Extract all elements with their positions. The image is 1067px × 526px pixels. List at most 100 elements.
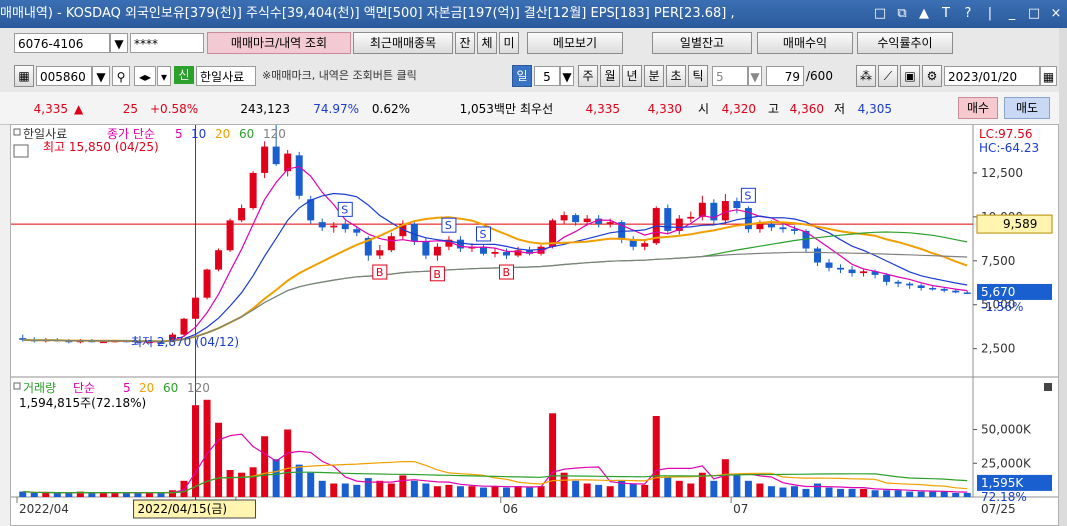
trade-profit-button[interactable]: 매매수익 — [757, 32, 853, 54]
price-legend-ma-20: 20 — [215, 127, 230, 141]
volume-bar — [641, 484, 649, 497]
candle-body — [825, 262, 833, 268]
period-monthly-button[interactable]: 월 — [600, 65, 620, 87]
font-icon[interactable]: T — [939, 0, 953, 28]
help-icon[interactable]: ? — [961, 0, 975, 28]
period-daily-button[interactable]: 일 — [512, 65, 532, 87]
save-icon[interactable]: ▣ — [900, 65, 920, 87]
volume-info: 1,594,815주(72.18%) — [19, 396, 146, 410]
title-bar: 매매내역) - KOSDAQ 외국인보유[379(천)] 주식수[39,404(… — [0, 0, 1067, 28]
password-input[interactable]: **** — [130, 33, 204, 53]
volume-bar — [238, 472, 246, 497]
executed-button[interactable]: 체 — [477, 32, 497, 54]
price-change-pct: +0.58% — [150, 102, 199, 116]
tick-dropdown-icon[interactable]: ▼ — [748, 66, 762, 86]
open-price: 4,320 — [721, 102, 756, 116]
stock-menu-icon[interactable]: ▾ — [157, 66, 171, 86]
x-axis-label: 07 — [733, 502, 748, 516]
volume-bar — [468, 486, 476, 497]
open-label: 시 — [698, 102, 710, 116]
trade-mark-query-button[interactable]: 매매마크/내역 조회 — [207, 32, 351, 54]
return-trend-button[interactable]: 수익률추이 — [857, 32, 953, 54]
volume-bar — [399, 475, 407, 497]
legend-box-icon — [13, 382, 21, 390]
x-axis-label: 2022/04 — [19, 502, 69, 516]
copy-window-icon[interactable]: ⧉ — [895, 0, 909, 28]
volume-bar — [307, 472, 315, 497]
volume-bar — [756, 483, 764, 497]
layout-icon[interactable]: □ — [873, 0, 887, 28]
indicator-icon[interactable]: ⁂ — [856, 65, 876, 87]
candle-body — [295, 155, 303, 196]
volume-bar — [652, 416, 660, 497]
sell-button[interactable]: 매도 — [1004, 97, 1050, 119]
volume-legend-ma-120: 120 — [187, 381, 210, 395]
close-button[interactable]: × — [1049, 0, 1063, 28]
candle-body — [779, 227, 787, 230]
cursor-date-label: 2022/04/15(금) — [138, 502, 228, 516]
volume-bar — [779, 487, 787, 497]
volume-bar — [422, 483, 430, 497]
settings-gear-icon[interactable]: ⚙ — [922, 65, 942, 87]
marker-label: B — [433, 268, 441, 281]
maximize-button[interactable]: □ — [1027, 0, 1041, 28]
volume-bar — [42, 492, 50, 497]
volume-bar — [606, 486, 614, 497]
calendar-icon[interactable]: ▦ — [1040, 66, 1057, 86]
stock-toolbar: ▦ 005860 ▼ ⚲ ◂▸ ▾ 신 한일사료 ※매매마크, 내역은 조회버튼… — [0, 60, 1067, 93]
period-yearly-button[interactable]: 년 — [622, 65, 642, 87]
account-dropdown-icon[interactable]: ▼ — [110, 33, 128, 53]
search-icon[interactable]: ⚲ — [112, 66, 130, 86]
window-scrollbar[interactable] — [1059, 28, 1067, 526]
candle-body — [767, 223, 775, 228]
volume-bar — [157, 492, 165, 497]
volume-bar — [917, 491, 925, 497]
chart-canvas[interactable]: SSSSBBB 12,50010,0007,5005,0002,50050,00… — [11, 125, 1058, 525]
period-minute-button[interactable]: 분 — [644, 65, 664, 87]
low-label: 저 — [834, 102, 846, 116]
period-second-button[interactable]: 초 — [666, 65, 686, 87]
ma-line-20 — [22, 216, 968, 343]
balance-button[interactable]: 잔 — [455, 32, 475, 54]
candle-body — [837, 267, 845, 270]
period-dropdown-icon[interactable]: ▼ — [560, 66, 574, 86]
data-count-input[interactable]: 79 — [766, 66, 804, 86]
marker-label: B — [503, 266, 511, 279]
volume-bar — [814, 483, 822, 497]
volume-bar — [341, 483, 349, 497]
candle-body — [583, 218, 591, 223]
minimize-button[interactable]: _ — [1005, 0, 1019, 28]
stock-code-input[interactable]: 005860 — [36, 66, 92, 86]
tick-value-input[interactable]: 5 — [712, 66, 748, 86]
account-select[interactable]: 6076-4106 — [14, 33, 110, 53]
buy-button[interactable]: 매수 — [958, 97, 998, 119]
prev-stock-icon[interactable]: ◂▸ — [134, 66, 156, 86]
period-tick-button[interactable]: 틱 — [688, 65, 708, 87]
memo-button[interactable]: 메모보기 — [527, 32, 623, 54]
volume-bar — [387, 483, 395, 497]
volume-bar — [549, 413, 557, 497]
volume-bar — [767, 486, 775, 497]
recent-trades-button[interactable]: 최근매매종목 — [353, 32, 453, 54]
unexecuted-button[interactable]: 미 — [499, 32, 519, 54]
volume-bar — [583, 483, 591, 497]
period-weekly-button[interactable]: 주 — [578, 65, 598, 87]
date-input[interactable]: 2023/01/20 — [944, 66, 1040, 86]
price-legend-ma-60: 60 — [239, 127, 254, 141]
max-price-note: 최고 15,850 (04/25) — [43, 140, 159, 154]
volume-legend-name: 거래량 — [23, 381, 56, 395]
period-count-input[interactable]: 5 — [534, 66, 560, 86]
volume-tick-label: 25,000K — [981, 456, 1032, 470]
volume-bar — [790, 486, 798, 497]
code-dropdown-icon[interactable]: ▼ — [92, 66, 110, 86]
drawing-tool-icon[interactable]: ⟋ — [878, 65, 898, 87]
stock-chart[interactable]: SSSSBBB 12,50010,0007,5005,0002,50050,00… — [10, 124, 1059, 526]
chart-type-icon[interactable]: ▦ — [14, 65, 34, 87]
candle-body — [733, 201, 741, 209]
daily-balance-button[interactable]: 일별잔고 — [652, 32, 752, 54]
pin-icon[interactable]: ▲ — [917, 0, 931, 28]
candle-body — [687, 216, 695, 219]
volume-bar — [215, 422, 223, 497]
volume-bar — [261, 436, 269, 497]
volume-bar — [894, 490, 902, 497]
